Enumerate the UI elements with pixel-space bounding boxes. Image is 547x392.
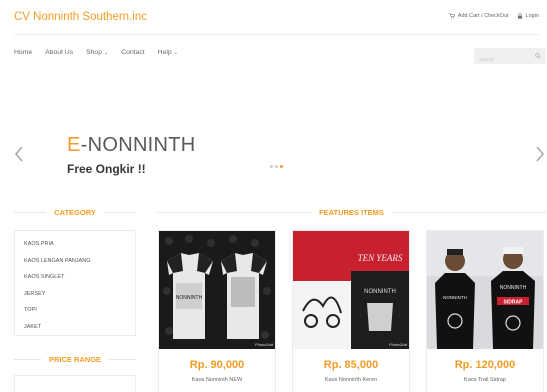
divider (109, 359, 136, 360)
product-photo-people: NONNINTH NONNINTH SIDRAP (427, 231, 543, 349)
slide-title: E-NONNINTH (67, 134, 196, 157)
brand-logo[interactable]: CV Nonninth Southern.inc (14, 11, 147, 23)
svg-text:NONNINTH: NONNINTH (176, 295, 203, 301)
product-photo-shirts: NONNINTH (159, 231, 275, 349)
lock-icon (517, 13, 522, 19)
svg-text:NONNINTH: NONNINTH (364, 289, 396, 295)
category-item[interactable]: KAOS LENGAN PANJANG (24, 257, 135, 274)
slider-dot[interactable] (275, 165, 278, 168)
product-card[interactable]: TEN YEARS NONNINTH PhotoGrid Rp. 85,000 … (292, 230, 410, 392)
category-heading: CATEGORY (14, 208, 137, 217)
svg-text:NONNINTH: NONNINTH (500, 285, 527, 291)
product-image[interactable]: NONNINTH NONNINTH SIDRAP (427, 231, 543, 349)
nav-shop-label: Shop (86, 49, 102, 56)
svg-text:NONNINTH: NONNINTH (443, 295, 467, 300)
photogrid-watermark: PhotoGrid (388, 342, 407, 347)
nav-home[interactable]: Home (14, 49, 32, 56)
nav-home-label: Home (14, 49, 33, 56)
nav-contact-label: Contact (121, 49, 145, 56)
slider-dots (270, 165, 283, 168)
slide-title-rest: -NONNINTH (80, 134, 196, 156)
nav-help[interactable]: Help ⌄ (158, 49, 178, 56)
slider-next-arrow[interactable] (535, 146, 545, 162)
product-card[interactable]: NONNINTH PhotoGrid Rp. 90,000 Kaos Nonni… (158, 230, 276, 392)
chevron-down-icon: ⌄ (103, 49, 109, 56)
login-link[interactable]: Login (517, 13, 539, 19)
nav-shop[interactable]: Shop ⌄ (86, 49, 108, 56)
slide-subtitle: Free Ongkir !! (67, 162, 146, 176)
category-item[interactable]: JERSEY (24, 290, 135, 307)
price-range-box (14, 375, 136, 392)
search-box (474, 48, 546, 68)
svg-text:SIDRAP: SIDRAP (504, 300, 524, 306)
svg-text:TEN YEARS: TEN YEARS (358, 253, 403, 263)
nav-help-label: Help (157, 49, 172, 56)
category-list: KAOS PRIA KAOS LENGAN PANJANG KAOS SINGL… (14, 230, 136, 336)
photogrid-watermark: PhotoGrid (254, 342, 273, 347)
category-item[interactable]: JAKET (24, 323, 135, 340)
product-price: Rp. 90,000 (189, 359, 245, 371)
category-item[interactable]: TOPI (24, 306, 135, 323)
slide-title-accent: E (67, 134, 81, 156)
product-image[interactable]: TEN YEARS NONNINTH PhotoGrid (293, 231, 409, 349)
slider-dot[interactable] (270, 165, 273, 168)
product-card[interactable]: NONNINTH NONNINTH SIDRAP Rp. 120,000 Kao… (426, 230, 544, 392)
features-heading: FEATURES ITEMS (157, 208, 546, 217)
slider-dot-active[interactable] (280, 165, 283, 168)
price-range-heading-text: PRICE RANGE (48, 355, 102, 364)
divider (14, 359, 41, 360)
features-heading-text: FEATURES ITEMS (319, 208, 384, 217)
product-price: Rp. 120,000 (454, 359, 516, 371)
category-item[interactable]: KAOS PRIA (24, 240, 135, 257)
category-item[interactable]: KAOS SINGLET (24, 273, 135, 290)
top-links: Add Cart / CheckOut Login (448, 13, 539, 19)
cart-icon (448, 13, 455, 19)
nav-contact[interactable]: Contact (121, 49, 144, 56)
search-icon[interactable] (535, 53, 541, 59)
header-divider (14, 34, 539, 35)
login-link-label: Login (525, 13, 539, 19)
chevron-down-icon: ⌄ (173, 49, 178, 56)
category-heading-text: CATEGORY (54, 208, 96, 217)
nav-about[interactable]: About Us (45, 49, 73, 56)
slider-prev-arrow[interactable] (14, 146, 24, 162)
product-name[interactable]: Kaos Trail Sidrap (427, 377, 543, 383)
nav-about-label: About Us (45, 49, 74, 56)
divider (391, 212, 546, 213)
cart-link-label: Add Cart / CheckOut (457, 13, 509, 19)
divider (103, 212, 137, 213)
product-photo-shirts: TEN YEARS NONNINTH (293, 231, 409, 349)
price-range-heading: PRICE RANGE (14, 355, 136, 364)
cart-link[interactable]: Add Cart / CheckOut (448, 13, 509, 19)
main-nav: Home About Us Shop ⌄ Contact Help ⌄ (14, 49, 178, 56)
divider (14, 212, 47, 213)
product-price: Rp. 85,000 (323, 359, 379, 371)
search-input[interactable] (474, 51, 530, 68)
product-name[interactable]: Kaos Nonninth NEW (159, 377, 275, 383)
divider (157, 212, 312, 213)
product-image[interactable]: NONNINTH PhotoGrid (159, 231, 275, 349)
product-name[interactable]: Kaos Nonninth Keren (293, 377, 409, 383)
